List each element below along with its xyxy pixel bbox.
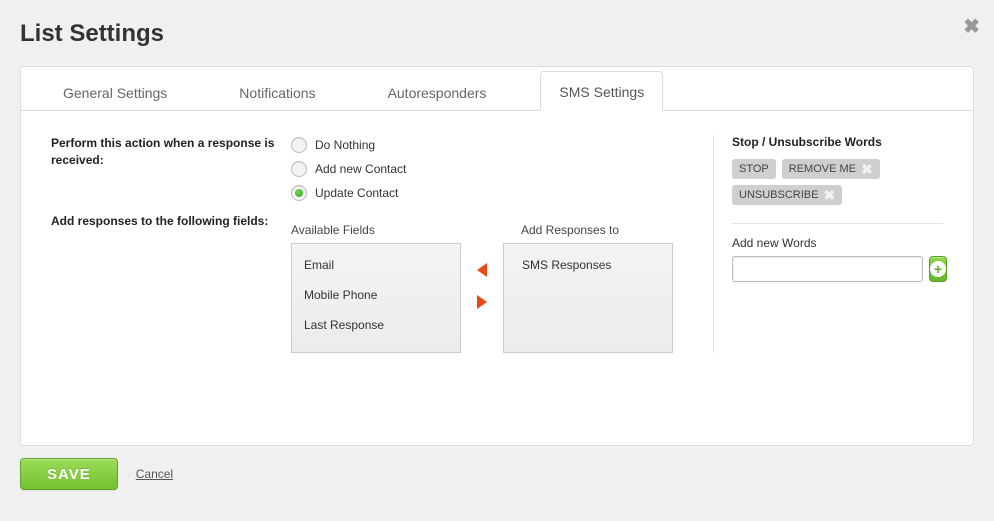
remove-tag-icon[interactable]: ✖ [823, 190, 835, 200]
page-title: List Settings [20, 20, 164, 48]
tag-text: STOP [739, 163, 769, 175]
divider [732, 223, 943, 224]
radio-update-contact[interactable]: Update Contact [291, 181, 703, 205]
tag-remove-me: REMOVE ME ✖ [782, 159, 880, 179]
cancel-link[interactable]: Cancel [136, 467, 173, 481]
action-label: Perform this action when a response is r… [51, 135, 291, 213]
radio-label: Add new Contact [315, 162, 406, 176]
radio-add-new-contact[interactable]: Add new Contact [291, 157, 703, 181]
remove-tag-icon[interactable]: ✖ [861, 164, 873, 174]
tab-sms-settings[interactable]: SMS Settings [540, 71, 663, 111]
list-item[interactable]: SMS Responses [504, 250, 672, 280]
list-item[interactable]: Last Response [292, 310, 460, 340]
move-right-icon[interactable] [477, 295, 487, 309]
radio-label: Update Contact [315, 186, 398, 200]
move-left-icon[interactable] [477, 263, 487, 277]
list-item[interactable]: Email [292, 250, 460, 280]
tag-text: REMOVE ME [789, 163, 856, 175]
fields-label: Add responses to the following fields: [51, 213, 291, 230]
unsubscribe-words-title: Stop / Unsubscribe Words [732, 135, 943, 149]
add-new-words-label: Add new Words [732, 236, 943, 250]
available-fields-listbox[interactable]: Email Mobile Phone Last Response [291, 243, 461, 353]
add-responses-listbox[interactable]: SMS Responses [503, 243, 673, 353]
tag-text: UNSUBSCRIBE [739, 189, 818, 201]
save-button[interactable]: SAVE [20, 458, 118, 490]
available-fields-title: Available Fields [291, 223, 461, 237]
response-action-radio-group: Do Nothing Add new Contact Update Contac… [291, 133, 703, 205]
tab-bar: General Settings Notifications Autorespo… [21, 67, 973, 111]
radio-icon [291, 137, 307, 153]
add-responses-title: Add Responses to [503, 223, 673, 237]
radio-do-nothing[interactable]: Do Nothing [291, 133, 703, 157]
add-word-button[interactable]: + [929, 256, 947, 282]
plus-icon: + [930, 261, 946, 277]
settings-panel: General Settings Notifications Autorespo… [20, 66, 974, 446]
tab-notifications[interactable]: Notifications [221, 73, 333, 111]
close-icon[interactable]: ✖ [963, 14, 980, 39]
tag-unsubscribe: UNSUBSCRIBE ✖ [732, 185, 842, 205]
radio-icon [291, 161, 307, 177]
tab-general-settings[interactable]: General Settings [45, 73, 185, 111]
tab-autoresponders[interactable]: Autoresponders [370, 73, 505, 111]
list-item[interactable]: Mobile Phone [292, 280, 460, 310]
add-word-input[interactable] [732, 256, 923, 282]
unsubscribe-tags: STOP REMOVE ME ✖ UNSUBSCRIBE ✖ [732, 159, 943, 205]
radio-icon [291, 185, 307, 201]
tag-stop: STOP [732, 159, 776, 179]
radio-label: Do Nothing [315, 138, 375, 152]
